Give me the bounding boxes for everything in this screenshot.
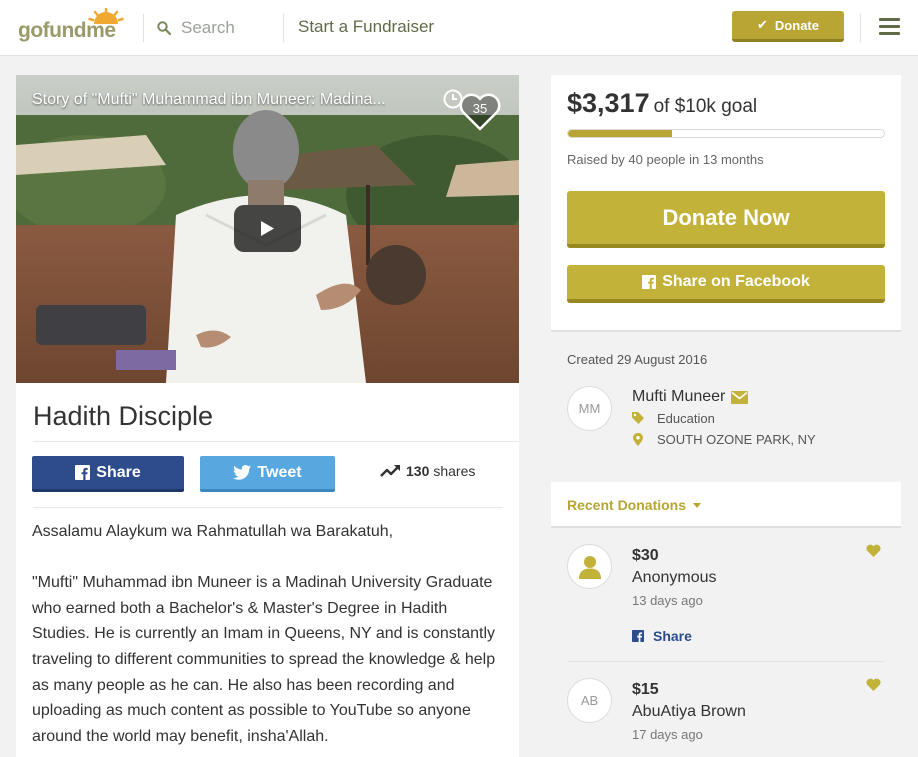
- top-header: gofundme Search Start a Fundraiser ✔ Don…: [0, 0, 918, 56]
- goal-card: $3,317 of $10k goal Raised by 40 people i…: [551, 75, 901, 332]
- campaign-card: Story of "Mufti" Muhammad ibn Muneer: Ma…: [16, 75, 519, 757]
- category-label: Education: [657, 411, 715, 426]
- logo-fund: fund: [42, 19, 87, 42]
- share-on-facebook-button[interactable]: Share on Facebook: [567, 265, 885, 303]
- donation-time: 17 days ago: [632, 727, 703, 742]
- divider: [33, 441, 519, 442]
- facebook-icon: [632, 630, 644, 642]
- donation-share-label: Share: [653, 628, 692, 644]
- twitter-tweet-button[interactable]: Tweet: [200, 456, 335, 492]
- donation-amount: $30: [632, 547, 659, 564]
- divider: [567, 661, 885, 662]
- logo-go: go: [18, 19, 43, 42]
- header-divider: [283, 14, 284, 42]
- donor-avatar: AB: [567, 678, 612, 723]
- logo-me: me: [86, 19, 116, 42]
- goal-summary: $3,317 of $10k goal: [567, 88, 757, 119]
- user-silhouette-icon: [578, 555, 601, 579]
- organizer-name[interactable]: Mufti Muneer: [632, 388, 749, 406]
- campaign-video[interactable]: Story of "Mufti" Muhammad ibn Muneer: Ma…: [16, 75, 519, 383]
- donation-time: 13 days ago: [632, 593, 703, 608]
- check-icon: ✔: [757, 17, 768, 32]
- search-placeholder: Search: [181, 18, 235, 37]
- created-date: Created 29 August 2016: [567, 352, 708, 367]
- organizer-location: SOUTH OZONE PARK, NY: [632, 432, 816, 447]
- donation-share-link[interactable]: Share: [632, 628, 692, 644]
- organizer-category[interactable]: Education: [632, 411, 715, 426]
- start-fundraiser-link[interactable]: Start a Fundraiser: [298, 17, 434, 37]
- recent-donations-toggle[interactable]: Recent Donations: [551, 482, 901, 528]
- progress-fill: [568, 130, 673, 137]
- shares-count: 130: [406, 463, 430, 479]
- raised-amount: $3,317: [567, 88, 650, 118]
- location-pin-icon: [633, 433, 643, 446]
- facebook-icon: [642, 275, 657, 289]
- recent-donations-header: Recent Donations: [567, 497, 702, 513]
- tweet-label: Tweet: [257, 463, 302, 481]
- story-paragraph: Assalamu Alaykum wa Rahmatullah wa Barak…: [32, 523, 394, 540]
- share-on-facebook-label: Share on Facebook: [662, 273, 810, 290]
- video-likes-count: 35: [472, 101, 488, 116]
- heart-icon[interactable]: [866, 678, 881, 691]
- trending-up-icon: [380, 465, 400, 477]
- organizer-name-text: Mufti Muneer: [632, 388, 726, 405]
- organizer-avatar[interactable]: MM: [567, 386, 612, 431]
- header-donate-label: Donate: [774, 17, 819, 33]
- progress-bar: [567, 129, 885, 138]
- heart-icon[interactable]: [866, 544, 881, 557]
- campaign-story: Assalamu Alaykum wa Rahmatullah wa Barak…: [32, 519, 504, 757]
- header-divider: [143, 14, 144, 42]
- donor-name: AbuAtiya Brown: [632, 703, 746, 720]
- shares-counter: 130 shares: [380, 463, 475, 479]
- search-box[interactable]: Search: [157, 16, 267, 40]
- divider: [33, 507, 503, 508]
- video-title: Story of "Mufti" Muhammad ibn Muneer: Ma…: [32, 91, 386, 108]
- location-label: SOUTH OZONE PARK, NY: [657, 432, 816, 447]
- gofundme-logo[interactable]: gofundme: [18, 8, 128, 44]
- play-icon: [261, 221, 274, 236]
- raised-summary: Raised by 40 people in 13 months: [567, 152, 764, 167]
- hamburger-menu-icon[interactable]: [879, 18, 900, 35]
- video-play-button[interactable]: [234, 205, 301, 252]
- shares-label: shares: [433, 463, 476, 479]
- campaign-title: Hadith Disciple: [33, 401, 214, 431]
- story-paragraph: "Mufti" Muhammad ibn Muneer is a Madinah…: [32, 574, 496, 745]
- facebook-share-label: Share: [96, 463, 141, 481]
- header-divider: [860, 14, 861, 42]
- caret-down-icon: [693, 502, 702, 508]
- donate-now-button[interactable]: Donate Now: [567, 191, 885, 248]
- twitter-icon: [233, 465, 252, 480]
- donation-amount: $15: [632, 681, 659, 698]
- donor-name: Anonymous: [632, 569, 717, 586]
- envelope-icon[interactable]: [731, 390, 749, 404]
- goal-text: of $10k goal: [653, 96, 758, 117]
- logo-wordmark: gofundme: [18, 19, 116, 43]
- tag-icon: [632, 412, 644, 424]
- header-donate-button[interactable]: ✔ Donate: [732, 11, 844, 42]
- facebook-icon: [75, 465, 91, 480]
- recent-donations-label: Recent Donations: [567, 497, 687, 513]
- facebook-share-button[interactable]: Share: [32, 456, 184, 492]
- search-icon: [157, 21, 171, 35]
- donor-avatar: [567, 544, 612, 589]
